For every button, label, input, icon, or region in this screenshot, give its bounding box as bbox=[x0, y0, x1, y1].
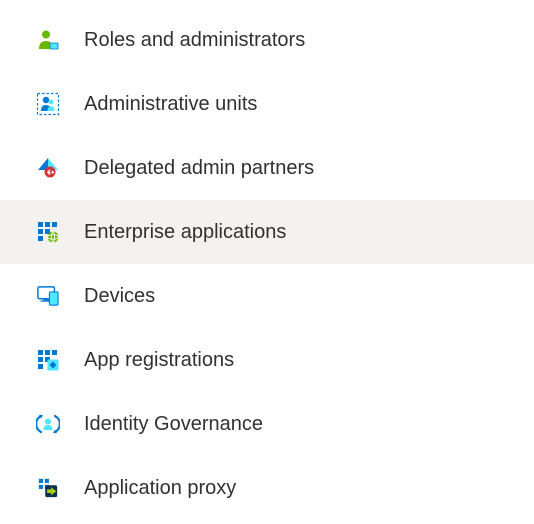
nav-item-enterprise-applications[interactable]: Enterprise applications bbox=[0, 200, 534, 264]
nav-label: Delegated admin partners bbox=[84, 158, 314, 178]
nav-label: Roles and administrators bbox=[84, 30, 305, 50]
nav-label: Enterprise applications bbox=[84, 222, 286, 242]
nav-item-administrative-units[interactable]: Administrative units bbox=[0, 72, 534, 136]
nav-label: Identity Governance bbox=[84, 414, 263, 434]
nav-item-identity-governance[interactable]: Identity Governance bbox=[0, 392, 534, 456]
nav-item-devices[interactable]: Devices bbox=[0, 264, 534, 328]
enterprise-apps-icon bbox=[34, 218, 62, 246]
application-proxy-icon bbox=[34, 474, 62, 502]
delegated-partners-icon bbox=[34, 154, 62, 182]
nav-item-app-registrations[interactable]: App registrations bbox=[0, 328, 534, 392]
nav-label: App registrations bbox=[84, 350, 234, 370]
roles-admin-icon bbox=[34, 26, 62, 54]
nav-label: Application proxy bbox=[84, 478, 236, 498]
devices-icon bbox=[34, 282, 62, 310]
navigation-menu: Roles and administrators Administrative … bbox=[0, 0, 534, 520]
nav-item-application-proxy[interactable]: Application proxy bbox=[0, 456, 534, 520]
admin-units-icon bbox=[34, 90, 62, 118]
nav-item-roles-administrators[interactable]: Roles and administrators bbox=[0, 8, 534, 72]
nav-label: Administrative units bbox=[84, 94, 257, 114]
nav-label: Devices bbox=[84, 286, 155, 306]
app-registrations-icon bbox=[34, 346, 62, 374]
identity-governance-icon bbox=[34, 410, 62, 438]
nav-item-delegated-partners[interactable]: Delegated admin partners bbox=[0, 136, 534, 200]
